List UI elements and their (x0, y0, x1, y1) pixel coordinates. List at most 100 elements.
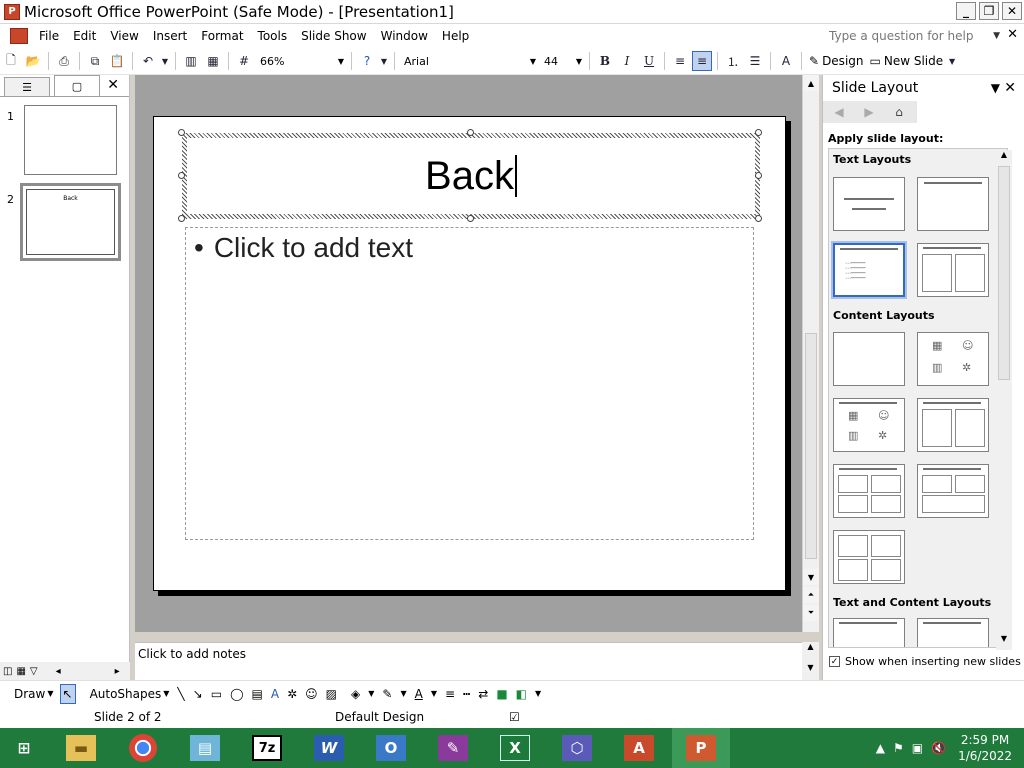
layout-title-content-and-text[interactable] (917, 618, 989, 647)
notes-placeholder[interactable]: Click to add notes (138, 647, 246, 661)
scroll-down-icon[interactable]: ▼ (803, 569, 819, 585)
slide-title-text[interactable]: Back (425, 155, 517, 197)
slide-thumbnail-image[interactable]: Back (20, 183, 121, 261)
tab-slides[interactable]: ▢ (54, 75, 100, 96)
close-icon[interactable]: ✕ (1004, 80, 1016, 96)
rectangle-icon[interactable]: ▭ (209, 684, 224, 704)
resize-handle[interactable] (755, 172, 762, 179)
3d-style-icon[interactable]: ◧ (514, 684, 529, 704)
scroll-left-icon[interactable]: ◂ (56, 666, 61, 677)
minimize-button[interactable]: _ (956, 2, 976, 20)
document-close-icon[interactable]: ✕ (1007, 27, 1018, 42)
layout-title-and-two-content[interactable] (917, 398, 989, 452)
wordart-icon[interactable]: A (269, 684, 281, 704)
resize-handle[interactable] (178, 129, 185, 136)
network-icon[interactable]: ▣ (912, 741, 923, 755)
layout-title-text-and-content[interactable] (833, 618, 905, 647)
taskbar-onenote[interactable]: ✎ (424, 728, 482, 768)
layout-title-and-text[interactable]: ⋯──── ⋯──── ⋯──── ⋯──── (831, 241, 907, 299)
taskbar-outlook[interactable]: O (362, 728, 420, 768)
new-slide-button[interactable]: ▭ New Slide (870, 54, 944, 68)
arrow-style-icon[interactable]: ⇄ (476, 684, 490, 704)
body-placeholder[interactable]: • Click to add text (185, 227, 754, 540)
copy-icon[interactable]: ⧉ (85, 51, 105, 71)
italic-button[interactable]: I (617, 51, 637, 71)
powerpoint-app-icon[interactable]: P (4, 3, 20, 20)
scrollbar-thumb[interactable] (998, 166, 1010, 380)
help-question-input[interactable]: Type a question for help ▼ (826, 27, 1004, 45)
show-when-inserting-checkbox[interactable]: ✓ (829, 656, 840, 667)
next-slide-icon[interactable]: ⏷ (803, 605, 819, 621)
resize-handle[interactable] (178, 172, 185, 179)
scroll-up-icon[interactable]: ▲ (802, 642, 819, 651)
document-icon[interactable] (10, 28, 28, 44)
taskbar-file-explorer[interactable]: ▬ (52, 728, 110, 768)
insert-table-icon[interactable]: ▦ (203, 51, 223, 71)
chevron-down-icon[interactable]: ▼ (530, 57, 536, 66)
line-style-icon[interactable]: ≡ (443, 684, 457, 704)
tab-outline[interactable]: ☰ (4, 77, 50, 96)
system-clock[interactable]: 2:59 PM 1/6/2022 (958, 732, 1012, 764)
volume-icon[interactable]: 🔇 (931, 741, 946, 755)
taskbar-powerpoint[interactable]: P (672, 728, 730, 768)
start-button[interactable]: ⊞ (0, 728, 48, 768)
layout-two-column-text[interactable] (917, 243, 989, 297)
chevron-down-icon[interactable]: ▼ (576, 57, 582, 66)
insert-chart-icon[interactable]: ▥ (181, 51, 201, 71)
back-icon[interactable]: ◀ (825, 103, 853, 121)
layout-title-only[interactable] (917, 177, 989, 231)
fill-color-icon[interactable]: ◈ (349, 684, 362, 704)
menu-tools[interactable]: Tools (251, 29, 295, 43)
arrow-icon[interactable]: ↘ (191, 684, 205, 704)
layout-title-content-over-two[interactable] (833, 464, 905, 518)
show-when-inserting-option[interactable]: ✓ Show when inserting new slides (829, 655, 1021, 668)
show-hidden-icons-icon[interactable]: ▲ (876, 741, 885, 755)
toolbar-options-icon[interactable]: ▼ (379, 51, 389, 71)
slide-canvas[interactable]: Back • Click to add text (153, 116, 786, 591)
spelling-check-icon[interactable]: ☑ (509, 710, 520, 724)
text-box-icon[interactable]: ▤ (250, 684, 265, 704)
scroll-down-icon[interactable]: ▼ (802, 663, 819, 672)
open-icon[interactable]: 📂 (23, 51, 43, 71)
forward-icon[interactable]: ▶ (855, 103, 883, 121)
clip-art-icon[interactable]: ☺ (303, 684, 320, 704)
taskbar-visio[interactable]: ⬡ (548, 728, 606, 768)
resize-handle[interactable] (178, 215, 185, 222)
home-icon[interactable]: ⌂ (885, 103, 913, 121)
design-button[interactable]: ✎ Design (809, 54, 864, 68)
font-size-select[interactable]: 44 ▼ (539, 52, 585, 70)
menu-slide-show[interactable]: Slide Show (294, 29, 373, 43)
slide-vertical-scrollbar[interactable]: ▲ ▼ ⏶ ⏷ (802, 75, 819, 632)
align-left-icon[interactable]: ≡ (670, 51, 690, 71)
font-color-icon[interactable]: A (413, 684, 425, 704)
body-placeholder-text[interactable]: • Click to add text (194, 232, 413, 264)
chevron-down-icon[interactable]: ▼ (398, 684, 408, 704)
task-pane-scrollbar[interactable]: ▲ ▼ (996, 150, 1012, 650)
restore-button[interactable]: ❐ (979, 2, 999, 20)
shadow-style-icon[interactable]: ■ (494, 684, 509, 704)
layout-title-two-over-content[interactable] (917, 464, 989, 518)
previous-slide-icon[interactable]: ⏶ (803, 587, 819, 603)
paste-icon[interactable]: 📋 (107, 51, 127, 71)
layout-content[interactable]: ▦ ☺ ▥ ✲ (917, 332, 989, 386)
resize-handle[interactable] (467, 129, 474, 136)
layout-blank[interactable] (833, 332, 905, 386)
slide-thumbnail-image[interactable] (24, 105, 117, 175)
resize-handle[interactable] (467, 215, 474, 222)
menu-view[interactable]: View (103, 29, 145, 43)
toolbar-options-icon[interactable]: ▼ (947, 51, 957, 71)
line-color-icon[interactable]: ✎ (380, 684, 394, 704)
menu-insert[interactable]: Insert (146, 29, 194, 43)
select-objects-icon[interactable]: ↖ (59, 683, 76, 704)
scroll-down-icon[interactable]: ▼ (996, 634, 1012, 643)
taskbar-access[interactable]: A (610, 728, 668, 768)
toolbar-options-icon[interactable]: ▼ (533, 684, 543, 704)
increase-font-icon[interactable]: A (776, 51, 796, 71)
zoom-select[interactable]: 66% ▼ (255, 52, 347, 70)
taskbar-word[interactable]: W (300, 728, 358, 768)
grid-icon[interactable]: # (234, 51, 254, 71)
chevron-down-icon[interactable]: ▼ (366, 684, 376, 704)
print-icon[interactable]: ⎙ (54, 51, 74, 71)
undo-dropdown-icon[interactable]: ▼ (160, 51, 170, 71)
line-icon[interactable]: ╲ (175, 684, 186, 704)
